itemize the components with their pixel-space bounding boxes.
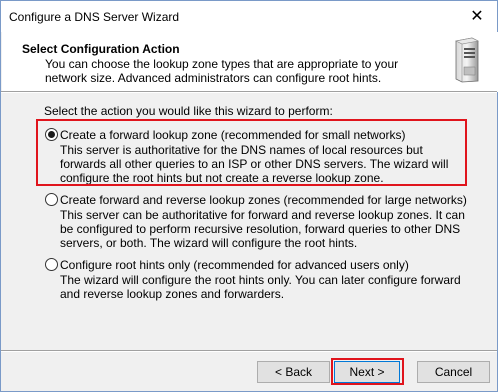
header-divider — [1, 91, 497, 93]
wizard-header: Select Configuration Action You can choo… — [2, 32, 498, 92]
server-icon — [455, 37, 479, 83]
root-hints-radio[interactable] — [45, 258, 58, 271]
cancel-button[interactable]: Cancel — [417, 361, 490, 383]
option-label[interactable]: Create forward and reverse lookup zones … — [60, 193, 467, 207]
back-button[interactable]: < Back — [257, 361, 330, 383]
option-description: This server can be authoritative for for… — [60, 208, 465, 250]
forward-reverse-radio[interactable] — [45, 193, 58, 206]
selection-highlight — [36, 119, 467, 186]
dns-wizard-window: Configure a DNS Server Wizard ✕ Select C… — [0, 0, 498, 392]
action-prompt: Select the action you would like this wi… — [44, 104, 333, 118]
next-highlight — [331, 358, 404, 385]
option-label[interactable]: Configure root hints only (recommended f… — [60, 258, 409, 272]
option-description: The wizard will configure the root hints… — [60, 273, 461, 301]
title-bar: Configure a DNS Server Wizard ✕ — [1, 1, 497, 32]
page-description: You can choose the lookup zone types tha… — [45, 57, 399, 85]
window-title: Configure a DNS Server Wizard — [9, 10, 180, 24]
close-icon: ✕ — [470, 8, 484, 25]
close-button[interactable]: ✕ — [456, 1, 498, 31]
page-title: Select Configuration Action — [22, 42, 180, 56]
footer-divider — [1, 350, 497, 352]
